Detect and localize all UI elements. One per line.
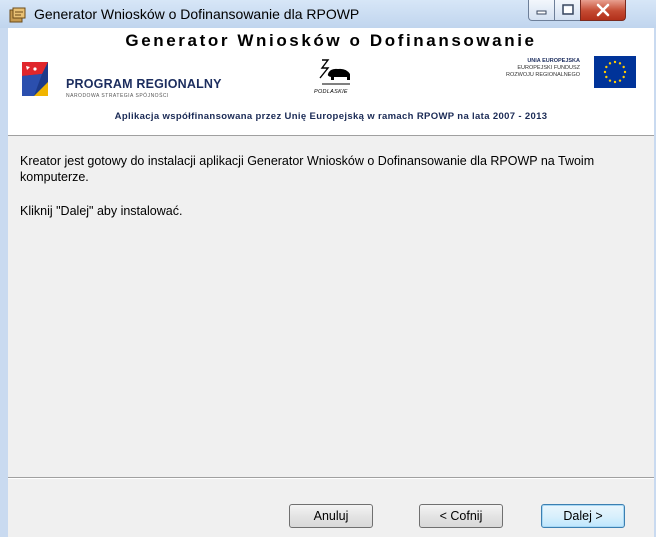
close-icon	[596, 3, 610, 17]
next-button[interactable]: Dalej >	[541, 504, 625, 528]
program-regionalny-logo: PROGRAM REGIONALNY NARODOWA STRATEGIA SP…	[22, 56, 282, 106]
ready-message: Kreator jest gotowy do instalacji aplika…	[20, 154, 595, 184]
header-banner: Generator Wniosków o Dofinansowanie PROG…	[8, 28, 654, 136]
eu-fund-label: UNIA EUROPEJSKA EUROPEJSKI FUNDUSZ ROZWO…	[506, 58, 580, 79]
close-button[interactable]	[580, 0, 626, 21]
eu-star	[622, 75, 625, 79]
eu-star	[608, 62, 612, 65]
eu-line-2: EUROPEJSKI FUNDUSZ	[517, 65, 580, 71]
program-flag-icon	[22, 62, 48, 96]
eu-star	[618, 62, 622, 65]
program-subtitle: NARODOWA STRATEGIA SPÓJNOŚCI	[66, 93, 169, 99]
eu-star	[622, 65, 625, 69]
title-bar[interactable]: Generator Wniosków o Dofinansowanie dla …	[0, 0, 656, 28]
program-name: PROGRAM REGIONALNY	[66, 77, 222, 91]
installer-window: Generator Wniosków o Dofinansowanie dla …	[0, 0, 656, 537]
banner-title: Generator Wniosków o Dofinansowanie	[125, 31, 537, 50]
cancel-button[interactable]: Anuluj	[289, 504, 373, 528]
maximize-button[interactable]	[554, 0, 582, 21]
eu-star	[608, 79, 612, 82]
window-title: Generator Wniosków o Dofinansowanie dla …	[34, 6, 360, 22]
footer-divider	[8, 477, 654, 479]
back-button[interactable]: < Cofnij	[419, 504, 503, 528]
wizard-content: Kreator jest gotowy do instalacji aplika…	[8, 136, 654, 476]
cofinance-notice: Aplikacja współfinansowana przez Unię Eu…	[114, 111, 548, 122]
installer-app-icon[interactable]	[9, 6, 27, 24]
podlaskie-label: PODLASKIE	[314, 89, 348, 95]
eu-line-3: ROZWOJU REGIONALNEGO	[506, 72, 580, 78]
eu-star	[613, 60, 617, 64]
podlaskie-logo: PODLASKIE	[310, 54, 360, 102]
instruction-message: Kliknij "Dalej" aby instalować.	[20, 204, 183, 218]
minimize-icon	[536, 10, 547, 15]
eu-flag-icon	[594, 56, 636, 88]
eu-star	[618, 79, 622, 82]
eu-star	[613, 80, 617, 84]
minimize-button[interactable]	[528, 0, 556, 21]
maximize-icon	[562, 4, 574, 15]
eu-star	[623, 70, 627, 74]
eu-star	[605, 75, 608, 79]
eu-star	[605, 65, 608, 69]
eu-line-1: UNIA EUROPEJSKA	[527, 58, 580, 64]
wizard-client-area: Generator Wniosków o Dofinansowanie PROG…	[8, 28, 654, 537]
eu-star	[603, 70, 607, 74]
